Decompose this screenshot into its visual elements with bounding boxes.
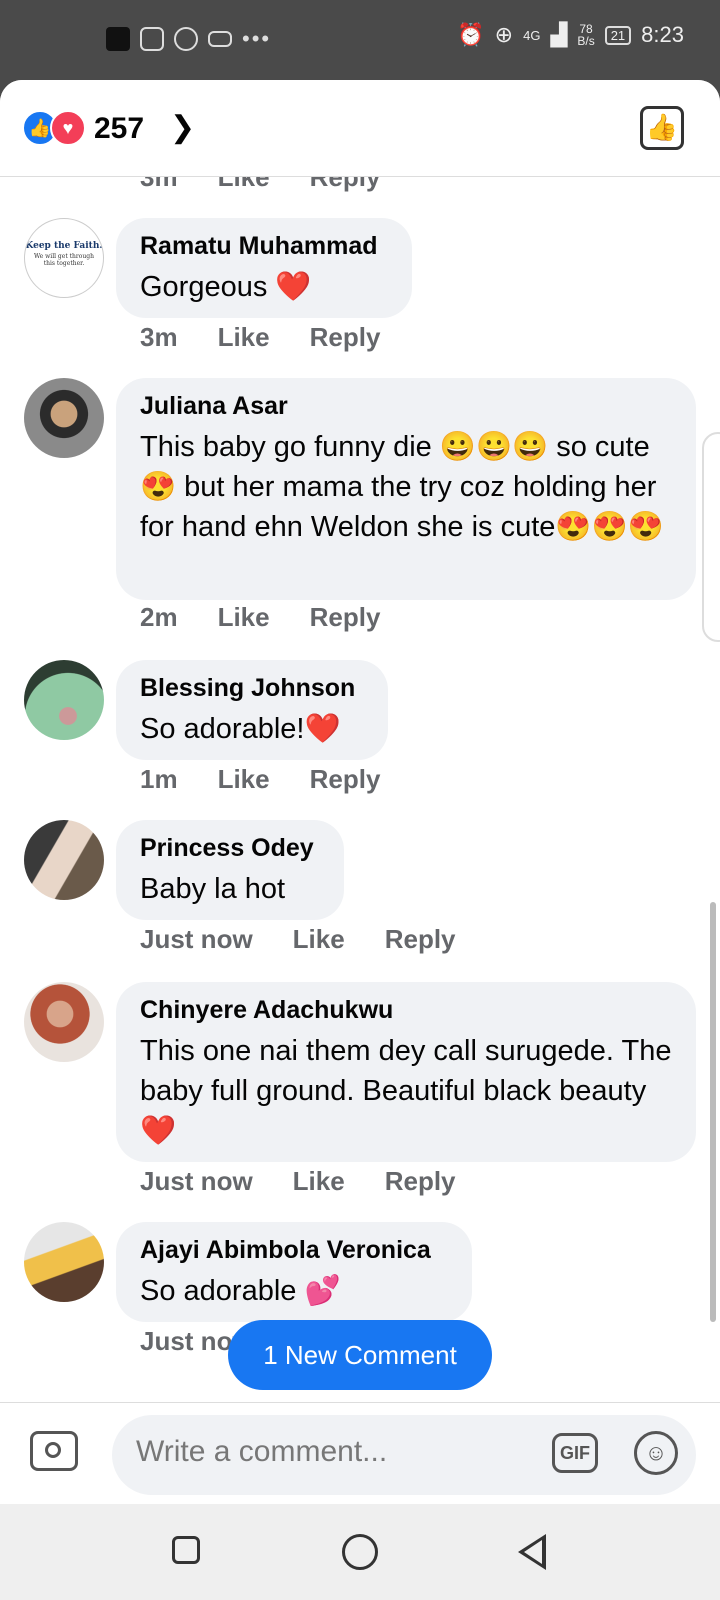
new-comment-button[interactable]: 1 New Comment <box>228 1320 492 1390</box>
like-link[interactable]: Like <box>218 602 270 633</box>
reply-link[interactable]: Reply <box>310 764 381 795</box>
reply-link[interactable]: Reply <box>310 322 381 353</box>
avatar[interactable] <box>24 820 104 900</box>
clock-time: 8:23 <box>641 22 684 47</box>
system-nav-bar <box>0 1504 720 1600</box>
comment-time: 2m <box>140 602 178 632</box>
comment-bubble[interactable]: Blessing Johnson So adorable!❤️ <box>116 660 388 760</box>
avatar[interactable] <box>24 660 104 740</box>
avatar[interactable]: Keep the Faith. We will get through this… <box>24 218 104 298</box>
avatar-text-heading: Keep the Faith. <box>25 241 103 251</box>
comment-author[interactable]: Princess Odey <box>140 834 320 863</box>
avatar[interactable] <box>24 378 104 458</box>
comment-bubble[interactable]: Princess Odey Baby la hot <box>116 820 344 920</box>
message-icon <box>208 31 232 47</box>
battery-icon: 21 <box>604 25 632 45</box>
emoji-icon[interactable]: ☺ <box>634 1431 678 1475</box>
network-speed: 78 B/s <box>577 23 594 47</box>
gif-button[interactable]: GIF <box>552 1433 598 1473</box>
comment-author[interactable]: Chinyere Adachukwu <box>140 996 672 1025</box>
comment-text: So adorable 💕 <box>140 1275 341 1307</box>
avatar[interactable] <box>24 982 104 1062</box>
avatar[interactable] <box>24 1222 104 1302</box>
reply-link[interactable]: Reply <box>385 1166 456 1197</box>
comment-actions: Just now Like Reply <box>140 1166 456 1197</box>
comment-bubble[interactable]: Juliana Asar This baby go funny die 😀😀😀 … <box>116 378 696 600</box>
app-notification-icon <box>106 27 130 51</box>
comment-bubble[interactable]: Chinyere Adachukwu This one nai them dey… <box>116 982 696 1162</box>
reply-link[interactable]: Reply <box>310 602 381 633</box>
reaction-count[interactable]: 257 <box>94 112 144 146</box>
status-system-icons: ⏰ ⊕ 4G ▟ 78 B/s 21 8:23 <box>457 22 684 48</box>
comment-actions: 1m Like Reply <box>140 764 380 795</box>
camera-icon[interactable] <box>30 1431 78 1471</box>
avatar-text-body: We will get through this together. <box>34 253 94 267</box>
recents-button[interactable] <box>172 1536 200 1564</box>
comment-text: Gorgeous ❤️ <box>140 271 312 303</box>
like-link[interactable]: Like <box>218 322 270 353</box>
network-type: 4G <box>523 27 541 43</box>
comment-text: This one nai them dey call surugede. The… <box>140 1035 672 1147</box>
chrome-icon <box>174 27 198 51</box>
comment-author[interactable]: Ajayi Abimbola Veronica <box>140 1236 448 1265</box>
comment-time: Just now <box>140 1166 253 1196</box>
comment-time: Just now <box>140 924 253 954</box>
status-bar: ••• ⏰ ⊕ 4G ▟ 78 B/s 21 8:23 <box>0 0 720 80</box>
home-button[interactable] <box>342 1534 378 1570</box>
comments-sheet: 👍 ♥ 257 ❯ 👍 3m Like Reply Keep the Faith… <box>0 80 720 1503</box>
back-icon-inner <box>524 1540 542 1564</box>
scrollbar[interactable] <box>710 902 716 1322</box>
comment-composer: Write a comment... GIF ☺ <box>0 1402 720 1505</box>
more-notifications-icon: ••• <box>242 26 272 51</box>
comment-actions: Just now Like Reply <box>140 924 456 955</box>
offscreen-card-edge <box>702 432 720 642</box>
data-saver-icon: ⊕ <box>494 22 514 47</box>
reactions-header: 👍 ♥ 257 ❯ 👍 <box>0 80 720 177</box>
chevron-right-icon[interactable]: ❯ <box>170 110 195 145</box>
like-post-button[interactable]: 👍 <box>640 106 684 150</box>
like-link[interactable]: Like <box>293 924 345 955</box>
like-link[interactable]: Like <box>293 1166 345 1197</box>
comment-author[interactable]: Ramatu Muhammad <box>140 232 388 261</box>
comment-actions: 2m Like Reply <box>140 602 380 633</box>
reply-link[interactable]: Reply <box>385 924 456 955</box>
instagram-icon <box>140 27 164 51</box>
comment-input-placeholder[interactable]: Write a comment... <box>136 1435 387 1469</box>
comment-text: Baby la hot <box>140 873 286 905</box>
comment-bubble[interactable]: Ramatu Muhammad Gorgeous ❤️ <box>116 218 412 318</box>
comment-author[interactable]: Blessing Johnson <box>140 674 364 703</box>
comment-time: 1m <box>140 764 178 794</box>
alarm-icon: ⏰ <box>457 22 485 47</box>
status-notification-icons: ••• <box>106 26 271 52</box>
comment-actions: 3m Like Reply <box>140 322 380 353</box>
comment-bubble[interactable]: Ajayi Abimbola Veronica So adorable 💕 <box>116 1222 472 1322</box>
comment-author[interactable]: Juliana Asar <box>140 392 672 421</box>
like-link[interactable]: Like <box>218 764 270 795</box>
network-speed-unit: B/s <box>577 34 595 48</box>
comment-text: So adorable!❤️ <box>140 713 341 745</box>
signal-icon: ▟ <box>550 22 568 47</box>
comment-input[interactable]: Write a comment... GIF ☺ <box>112 1415 696 1495</box>
comment-text: This baby go funny die 😀😀😀 so cute 😍 but… <box>140 431 664 543</box>
comment-time: 3m <box>140 322 178 352</box>
love-reaction-icon[interactable]: ♥ <box>50 110 86 146</box>
